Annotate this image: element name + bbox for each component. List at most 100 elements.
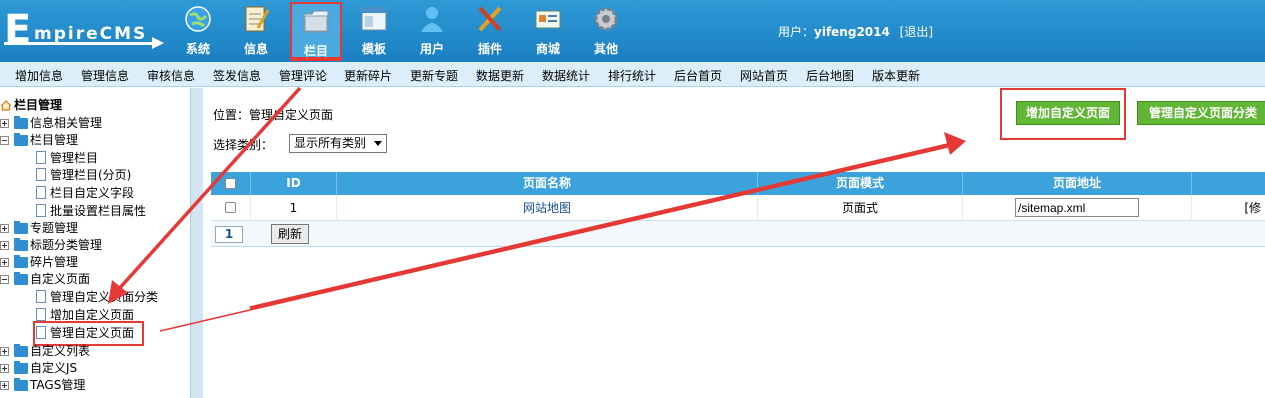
gear-icon (594, 7, 618, 31)
tree-label: 信息相关管理 (30, 116, 103, 130)
manage-category-button[interactable]: 管理自定义页面分类 (1137, 101, 1265, 125)
expand-plus-icon[interactable] (0, 241, 9, 250)
sidebar-tree: 栏目管理 信息相关管理 栏目管理 管理栏目 管理栏目(分页) 栏目自定义字段 批… (0, 88, 190, 398)
folder-icon (14, 344, 28, 357)
nav-label: 模板 (361, 42, 386, 56)
page-icon (36, 204, 46, 217)
sidebar-scrollbar[interactable] (190, 88, 203, 398)
header-actions (1192, 172, 1265, 195)
quick-link[interactable]: 签发信息 (213, 67, 261, 84)
tree-label: 管理自定义页面分类 (50, 290, 159, 304)
breadcrumb: 位置：管理自定义页面 (213, 108, 334, 122)
chevron-down-icon (374, 141, 382, 146)
cell-page-url (963, 195, 1192, 221)
expand-plus-icon[interactable] (0, 364, 9, 373)
quick-link[interactable]: 后台地图 (806, 67, 854, 84)
category-filter: 选择类别： 显示所有类别 (213, 134, 387, 153)
nav-shop[interactable]: 商城 (524, 2, 572, 59)
nav-label: 商城 (535, 42, 560, 56)
expand-plus-icon[interactable] (0, 381, 9, 390)
logo-arrowhead (152, 37, 164, 49)
category-select[interactable]: 显示所有类别 (289, 134, 387, 153)
tree-label: 自定义JS (30, 361, 78, 375)
header-page-name[interactable]: 页面名称 (337, 172, 758, 195)
quick-link[interactable]: 排行统计 (608, 67, 656, 84)
page-icon (36, 308, 46, 321)
tools-icon (478, 6, 502, 32)
folder-icon (14, 378, 28, 391)
tree-label: 专题管理 (30, 221, 79, 235)
tree-label: 管理栏目 (50, 151, 99, 165)
nav-system[interactable]: 系统 (174, 2, 222, 59)
expand-plus-icon[interactable] (0, 119, 9, 128)
expand-plus-icon[interactable] (0, 258, 9, 267)
row-checkbox[interactable] (225, 202, 236, 213)
nav-label: 用户 (419, 42, 444, 56)
home-icon (0, 100, 12, 111)
quick-link[interactable]: 管理评论 (279, 67, 327, 84)
cell-id: 1 (251, 195, 337, 221)
collapse-minus-icon[interactable] (0, 136, 9, 145)
logo-arrow-line (4, 42, 154, 45)
tree-label: 管理栏目(分页) (50, 168, 132, 182)
quick-link[interactable]: 更新碎片 (344, 67, 392, 84)
quick-link[interactable]: 网站首页 (740, 67, 788, 84)
window-icon (361, 7, 387, 31)
quick-link[interactable]: 更新专题 (410, 67, 458, 84)
nav-user[interactable]: 用户 (408, 2, 456, 59)
tree-root-label: 栏目管理 (14, 98, 63, 112)
nav-template[interactable]: 模板 (350, 2, 398, 59)
select-value: 显示所有类别 (294, 136, 367, 150)
folder-icon (14, 255, 28, 268)
tree-label: 自定义页面 (30, 272, 91, 286)
page-icon (36, 151, 46, 164)
header-page-mode[interactable]: 页面模式 (758, 172, 963, 195)
nav-label: 栏目 (303, 44, 328, 58)
nav-info[interactable]: 信息 (232, 2, 280, 59)
refresh-button[interactable]: 刷新 (271, 224, 309, 244)
nav-label: 信息 (243, 42, 268, 56)
page-icon (36, 290, 46, 303)
folder-icon (14, 272, 28, 285)
select-all-checkbox[interactable] (225, 178, 236, 189)
quick-link[interactable]: 后台首页 (674, 67, 722, 84)
user-icon (421, 7, 443, 32)
empirecms-logo[interactable]: E mpireCMS (4, 8, 166, 54)
tree-label: 批量设置栏目属性 (50, 204, 147, 218)
tree-label: 栏目自定义字段 (50, 186, 135, 200)
header-id[interactable]: ID (251, 172, 337, 195)
nav-column[interactable]: 栏目 (290, 2, 342, 59)
expand-plus-icon[interactable] (0, 347, 9, 356)
quick-link[interactable]: 数据更新 (476, 67, 524, 84)
nav-label: 系统 (185, 42, 210, 56)
folder-icon (14, 361, 28, 374)
tree-label: 标题分类管理 (30, 238, 103, 252)
top-header: E mpireCMS 系统 信息 栏目 模板 用户 插件 商城 其他 用户：yi… (0, 0, 1265, 62)
nav-label: 插件 (477, 42, 502, 56)
quick-link[interactable]: 版本更新 (872, 67, 920, 84)
cell-actions[interactable]: [修 (1192, 195, 1265, 221)
folder-icon (14, 133, 28, 146)
folder-icon (14, 116, 28, 129)
expand-plus-icon[interactable] (0, 224, 9, 233)
page-url-input[interactable] (1015, 198, 1139, 217)
user-prefix: 用户： (778, 25, 815, 39)
cell-page-name[interactable]: 网站地图 (337, 195, 758, 221)
globe-icon (185, 6, 211, 32)
folder-icon (14, 238, 28, 251)
quick-link[interactable]: 审核信息 (147, 67, 195, 84)
card-icon (535, 10, 561, 29)
nav-plugin[interactable]: 插件 (466, 2, 514, 59)
quick-link[interactable]: 管理信息 (81, 67, 129, 84)
collapse-minus-icon[interactable] (0, 275, 9, 284)
quick-link[interactable]: 增加信息 (15, 67, 63, 84)
header-page-url[interactable]: 页面地址 (963, 172, 1192, 195)
row-select-cell (211, 195, 251, 221)
logout-link[interactable]: [退出] (900, 25, 933, 39)
filter-label: 选择类别： (213, 138, 274, 152)
tree-label: TAGS管理 (30, 378, 86, 392)
page-number[interactable]: 1 (215, 226, 243, 243)
nav-other[interactable]: 其他 (582, 2, 630, 59)
quick-link[interactable]: 数据统计 (542, 67, 590, 84)
user-info: 用户：yifeng2014 [退出] (778, 23, 933, 40)
